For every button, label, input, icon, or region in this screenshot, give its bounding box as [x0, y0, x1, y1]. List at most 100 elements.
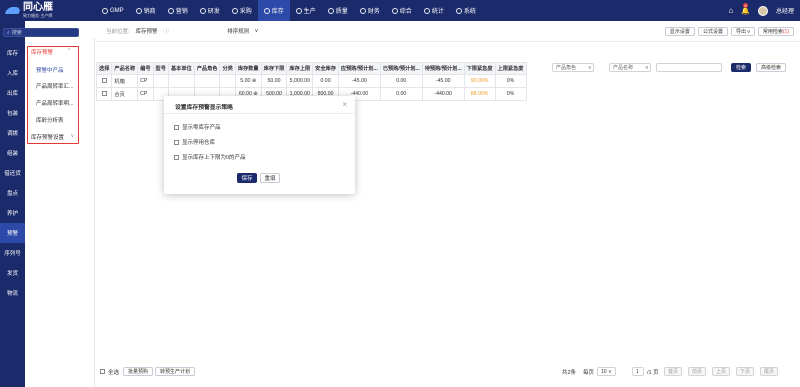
nav-inventory[interactable]: 库存: [257, 0, 290, 21]
last-page-button[interactable]: 尾页: [760, 367, 778, 376]
th-role[interactable]: 产品角色: [193, 62, 221, 75]
th-done-purchase[interactable]: 已预购/预计划...: [379, 62, 423, 75]
th-should-purchase[interactable]: 应预购/预计划...: [337, 62, 381, 75]
nav-label: 质量: [335, 9, 348, 15]
cell-name[interactable]: 机箱: [111, 74, 139, 88]
th-product-name[interactable]: 产品名称: [111, 62, 139, 75]
nav-quality[interactable]: 质量: [322, 0, 354, 21]
convert-plan-button[interactable]: 转预生产计划: [155, 367, 196, 376]
top-right-tools: ⌂ 🔔 8 总经理: [728, 0, 794, 21]
brand-logo[interactable]: 同心雁 致力服务·主产牌: [0, 0, 96, 21]
nav-sales[interactable]: 销商: [130, 0, 162, 21]
export-button[interactable]: 导出 v: [730, 27, 755, 36]
sidebar-item-inbound[interactable]: 入库: [0, 63, 25, 83]
sidebar-item-logistics[interactable]: 物流: [0, 283, 25, 303]
user-name[interactable]: 总经理: [776, 6, 794, 15]
up-page-button[interactable]: 上页: [712, 367, 730, 376]
sidebar-item-serial[interactable]: 序列号: [0, 243, 25, 263]
help-icon[interactable]: ⓘ: [164, 27, 170, 35]
cell-name[interactable]: 合页: [111, 87, 139, 101]
reset-button[interactable]: 重填: [260, 173, 280, 183]
select-all-checkbox[interactable]: [100, 369, 105, 374]
nav-finance[interactable]: 财务: [354, 0, 386, 21]
nav-label: 销商: [143, 9, 156, 15]
sidebar-item-transfer[interactable]: 调拨: [0, 123, 25, 143]
prev-page-button[interactable]: 前页: [688, 367, 706, 376]
info-icon[interactable]: ⊕: [252, 78, 256, 84]
th-low-urgency[interactable]: 下限紧急度: [463, 62, 496, 75]
formula-settings-button[interactable]: 公式设置: [697, 27, 728, 36]
rnd-icon: [199, 7, 206, 14]
sidebar-item-maintenance[interactable]: 养护: [0, 203, 25, 223]
nav-general[interactable]: 综合: [386, 0, 418, 21]
divider: [164, 113, 355, 114]
logo-mark-icon: [6, 5, 20, 16]
batch-purchase-button[interactable]: 批量预购: [123, 367, 154, 376]
first-page-button[interactable]: 首页: [664, 367, 682, 376]
checkbox[interactable]: [174, 139, 179, 145]
quality-icon: [327, 7, 334, 14]
advanced-search-button[interactable]: 高级检索: [756, 63, 787, 72]
cell-low-urgency: 90.00%: [463, 74, 496, 88]
save-button[interactable]: 保存: [237, 173, 257, 183]
sidebar-item-assembly[interactable]: 组装: [0, 143, 25, 163]
chevron-down-icon: v: [588, 64, 592, 71]
th-high-urgency[interactable]: 上限紧急度: [494, 62, 527, 75]
table-row[interactable]: 机箱 CP 5.00 ⊕ 50.00 5,000.00 0.00 -45.00 …: [95, 74, 527, 88]
option-zero-stock[interactable]: 显示零库存产品: [174, 123, 221, 131]
chevron-down-icon: v: [645, 64, 649, 71]
nav-label: 系统: [463, 9, 476, 15]
th-unit[interactable]: 基本单位: [167, 62, 195, 75]
home-icon[interactable]: ⌂: [728, 6, 733, 15]
menu-search-input[interactable]: ⌕ 搜索: [3, 28, 79, 37]
nav-production[interactable]: 生产: [290, 0, 322, 21]
next-page-button[interactable]: 下页: [736, 367, 754, 376]
sidebar-item-packing[interactable]: 包装: [0, 103, 25, 123]
close-icon[interactable]: ×: [342, 100, 347, 109]
common-search-button[interactable]: 常用检索 (1): [757, 27, 794, 36]
nav-stats[interactable]: 统计: [418, 0, 450, 21]
sidebar-item-shipping[interactable]: 发货: [0, 263, 25, 283]
th-model[interactable]: 型号: [152, 62, 169, 75]
per-page-select[interactable]: 10 v: [597, 367, 616, 376]
sidebar-item-warning[interactable]: 预警: [0, 223, 25, 243]
sort-rule-dropdown[interactable]: 排序规则: [227, 27, 249, 35]
th-safe-stock[interactable]: 安全库存: [312, 62, 339, 75]
avatar[interactable]: [757, 5, 768, 16]
cell-qty: 5.00 ⊕: [234, 74, 262, 88]
th-stock-high[interactable]: 库存上限: [286, 62, 314, 75]
sidebar-item-inventory[interactable]: 库存: [0, 43, 25, 63]
row-checkbox[interactable]: [95, 87, 113, 101]
th-code[interactable]: 编号: [137, 62, 154, 75]
nav-gmp[interactable]: GMP: [96, 0, 130, 21]
th-category[interactable]: 分类: [219, 62, 236, 75]
th-stock-low[interactable]: 库存下限: [260, 62, 288, 75]
search-button[interactable]: 检索: [731, 63, 752, 72]
page-goto-input[interactable]: 1: [632, 367, 644, 376]
cell-high-urgency: 0%: [494, 74, 527, 88]
th-wait-purchase[interactable]: 待预购/预计划...: [421, 62, 465, 75]
product-role-select[interactable]: 产品角色 v: [552, 63, 594, 72]
nav-marketing[interactable]: 营销: [162, 0, 194, 21]
display-settings-button[interactable]: 显示设置: [664, 27, 695, 36]
option-disabled-warehouse[interactable]: 显示停用仓库: [174, 138, 215, 146]
product-name-select[interactable]: 产品名称 v: [609, 63, 651, 72]
th-stock-qty[interactable]: 库存数量: [234, 62, 262, 75]
search-input[interactable]: [656, 63, 722, 72]
sidebar-item-borrow[interactable]: 借还货: [0, 163, 25, 183]
nav-rnd[interactable]: 研发: [194, 0, 226, 21]
checkbox[interactable]: [174, 154, 179, 160]
sidebar-item-stocktake[interactable]: 盘点: [0, 183, 25, 203]
th-select[interactable]: 选择: [95, 62, 113, 75]
sidebar-item-outbound[interactable]: 出库: [0, 83, 25, 103]
row-checkbox[interactable]: [95, 74, 113, 88]
checkbox[interactable]: [174, 124, 179, 130]
chevron-down-icon: v: [608, 368, 612, 375]
cell-low: 50.00: [260, 74, 288, 88]
option-zero-limits[interactable]: 显示库存上下限为0的产品: [174, 153, 246, 161]
nav-system[interactable]: 系统: [450, 0, 482, 21]
nav-purchase[interactable]: 采购: [226, 0, 258, 21]
page-title: 库存预警: [135, 29, 158, 35]
cell-done: 0.00: [379, 74, 423, 88]
main-nav: GMP 销商 营销 研发 采购 库存 生产 质量 财务 综合 统计 系统: [96, 0, 482, 21]
